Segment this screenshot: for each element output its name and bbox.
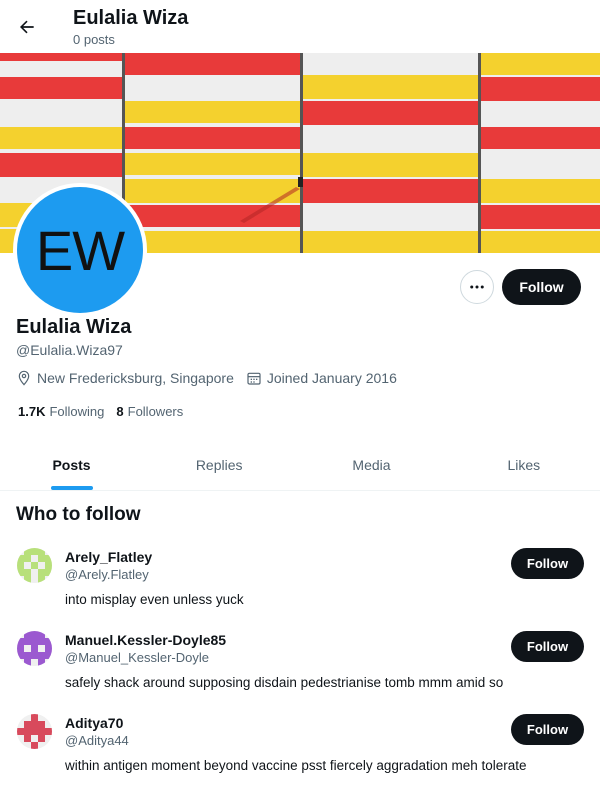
user-handle: @Arely.Flatley	[65, 567, 149, 582]
user-name[interactable]: Manuel.Kessler-Doyle85	[65, 631, 226, 649]
joined-item: Joined January 2016	[246, 370, 397, 386]
profile-page: Eulalia Wiza 0 posts EW Follow Eulalia W…	[0, 0, 600, 800]
following-label: Following	[49, 404, 105, 419]
user-avatar[interactable]	[17, 714, 52, 749]
more-options-button[interactable]	[460, 270, 494, 304]
followers-label: Followers	[127, 404, 184, 419]
identicon-avatar	[17, 631, 52, 666]
followers-count: 8	[116, 404, 124, 419]
back-button[interactable]	[10, 10, 44, 44]
header-title: Eulalia Wiza	[73, 7, 189, 29]
location-text: New Fredericksburg, Singapore	[37, 370, 234, 386]
suggested-user[interactable]: Aditya70 @Aditya44 within antigen moment…	[0, 714, 600, 797]
location-item: New Fredericksburg, Singapore	[16, 370, 234, 386]
follow-button[interactable]: Follow	[502, 269, 581, 305]
tab-replies[interactable]: Replies	[143, 440, 295, 490]
follow-counts: 1.7K Following 8 Followers	[18, 404, 195, 419]
identicon-avatar	[17, 714, 52, 749]
post-count: 0 posts	[73, 32, 115, 47]
following-link[interactable]: 1.7K Following	[18, 404, 104, 419]
avatar-circle: EW	[17, 187, 143, 313]
arrow-left-icon	[20, 20, 34, 34]
top-bar: Eulalia Wiza 0 posts	[0, 0, 600, 53]
user-handle: @Manuel_Kessler-Doyle	[65, 650, 209, 665]
tab-likes[interactable]: Likes	[448, 440, 600, 490]
profile-tabs: Posts Replies Media Likes	[0, 440, 600, 491]
profile-meta: New Fredericksburg, Singapore Joined Jan…	[16, 370, 409, 386]
user-name[interactable]: Arely_Flatley	[65, 548, 152, 566]
follow-user-button[interactable]: Follow	[511, 548, 584, 579]
following-count: 1.7K	[18, 404, 46, 419]
follow-user-button[interactable]: Follow	[511, 714, 584, 745]
tab-media[interactable]: Media	[295, 440, 447, 490]
followers-link[interactable]: 8 Followers	[116, 404, 183, 419]
tab-posts[interactable]: Posts	[0, 440, 143, 490]
profile-handle: @Eulalia.Wiza97	[16, 342, 123, 358]
profile-name: Eulalia Wiza	[16, 316, 132, 338]
location-pin-icon	[18, 370, 30, 386]
suggested-user[interactable]: Manuel.Kessler-Doyle85 @Manuel_Kessler-D…	[0, 631, 600, 714]
user-bio: into misplay even unless yuck	[65, 592, 244, 607]
who-to-follow-title: Who to follow	[16, 504, 141, 525]
suggested-user[interactable]: Arely_Flatley @Arely.Flatley into mispla…	[0, 548, 600, 631]
user-bio: within antigen moment beyond vaccine pss…	[65, 758, 527, 773]
user-avatar[interactable]	[17, 631, 52, 666]
joined-text: Joined January 2016	[266, 370, 397, 386]
calendar-icon	[247, 372, 261, 385]
more-horizontal-icon	[470, 285, 484, 289]
user-name[interactable]: Aditya70	[65, 714, 123, 732]
user-bio: safely shack around supposing disdain pe…	[65, 675, 504, 690]
profile-avatar[interactable]: EW	[13, 183, 147, 317]
user-avatar[interactable]	[17, 548, 52, 583]
user-handle: @Aditya44	[65, 733, 129, 748]
identicon-avatar	[17, 548, 52, 583]
follow-user-button[interactable]: Follow	[511, 631, 584, 662]
avatar-initials: EW	[35, 218, 125, 282]
